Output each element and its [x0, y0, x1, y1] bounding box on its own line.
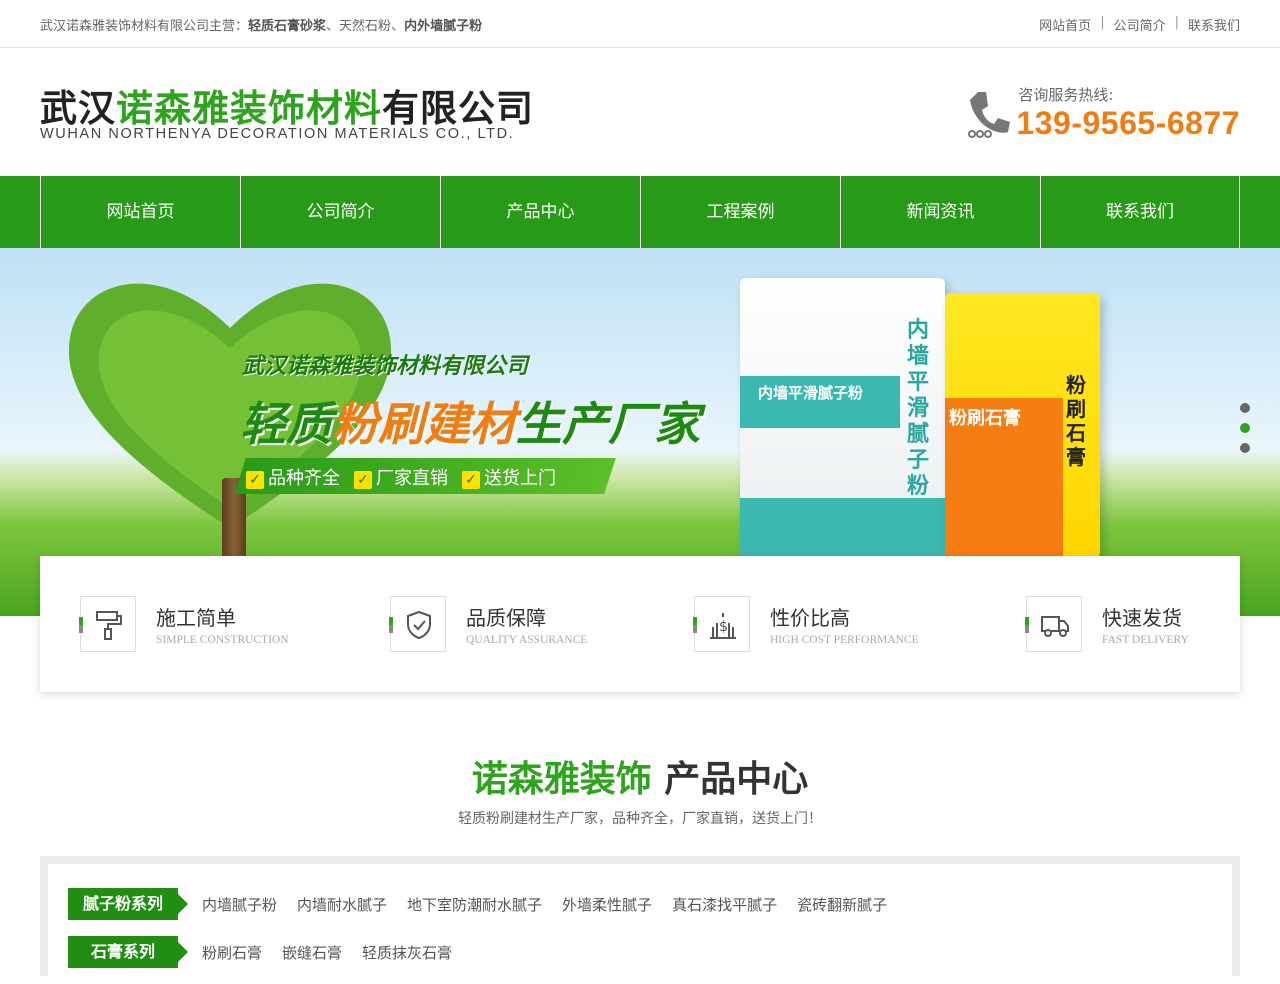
logo-text: 有限公司: [382, 87, 534, 130]
category-link[interactable]: 真石漆找平腻子: [672, 894, 777, 915]
intro-sep: 、: [391, 19, 405, 34]
feature-subtitle: FAST DELIVERY: [1102, 634, 1189, 646]
nav-item-cases[interactable]: 工程案例: [640, 176, 840, 248]
check-icon: ✓: [246, 471, 264, 489]
dollar-chart-icon: $: [693, 596, 750, 652]
check-icon: ✓: [354, 471, 372, 489]
feature-subtitle: HIGH COST PERFORMANCE: [770, 634, 919, 646]
products-title-green: 诺森雅装饰: [471, 759, 652, 800]
category-link[interactable]: 粉刷石膏: [202, 942, 262, 963]
nav-item-contact[interactable]: 联系我们: [1040, 176, 1240, 248]
nav-item-products[interactable]: 产品中心: [440, 176, 640, 248]
bag-bottom: [740, 498, 945, 558]
intro-item: 天然石粉: [339, 19, 392, 34]
categories-inner: 腻子粉系列 内墙腻子粉 内墙耐水腻子 地下室防潮耐水腻子 外墙柔性腻子 真石漆找…: [48, 864, 1232, 984]
category-link[interactable]: 地下室防潮耐水腻子: [407, 894, 542, 915]
paint-roller-icon: [79, 596, 136, 652]
feature-item: 品质保障 QUALITY ASSURANCE: [389, 556, 694, 692]
feature-title: 品质保障: [466, 606, 546, 630]
intro-item: 内外墙腻子粉: [404, 19, 483, 34]
nav-item-news[interactable]: 新闻资讯: [840, 176, 1040, 248]
bag-vertical-label: 内墙平滑腻子粉: [906, 318, 929, 499]
logo-english: WUHAN NORTHENYA DECORATION MATERIALS CO.…: [40, 126, 515, 142]
product-categories: 腻子粉系列 内墙腻子粉 内墙耐水腻子 地下室防潮耐水腻子 外墙柔性腻子 真石漆找…: [40, 856, 1240, 984]
slider-dot[interactable]: [1240, 443, 1250, 453]
category-link[interactable]: 内墙耐水腻子: [297, 894, 387, 915]
site-logo[interactable]: 武汉诺森雅装饰材料有限公司: [40, 78, 534, 132]
intro-item: 轻质石膏砂浆: [248, 19, 327, 34]
slider-dot-active[interactable]: [1240, 423, 1250, 433]
hotline: 咨询服务热线: 139-9565-6877: [966, 84, 1240, 142]
feature-title: 快速发货: [1102, 606, 1182, 630]
product-bag-putty: 内墙平滑腻子粉 内墙平滑腻子粉: [740, 278, 945, 558]
check-icon: ✓: [462, 471, 480, 489]
slogan-text: 生产厂家: [516, 397, 700, 451]
category-link[interactable]: 嵌缝石膏: [282, 942, 342, 963]
banner-company: 武汉诺森雅装饰材料有限公司: [242, 354, 529, 379]
nav-item-about[interactable]: 公司简介: [240, 176, 440, 248]
slogan-text-orange: 粉刷建材: [332, 397, 516, 451]
feature-title: 性价比高: [770, 606, 850, 630]
logo-text-green: 诺森雅装饰材料: [116, 87, 382, 130]
feature-subtitle: QUALITY ASSURANCE: [466, 634, 588, 646]
feature-subtitle: SIMPLE CONSTRUCTION: [156, 634, 289, 646]
phone-icon: [968, 92, 1011, 138]
divider: |: [1100, 15, 1105, 30]
feature-item: $ 性价比高 HIGH COST PERFORMANCE: [693, 556, 1026, 692]
banner-feature-label: 厂家直销: [376, 468, 448, 489]
feature-title: 施工简单: [156, 606, 236, 630]
category-row: 腻子粉系列 内墙腻子粉 内墙耐水腻子 地下室防潮耐水腻子 外墙柔性腻子 真石漆找…: [48, 880, 1232, 928]
feature-card: 施工简单 SIMPLE CONSTRUCTION 品质保障 QUALITY AS…: [40, 556, 1240, 692]
products-title-dark: 产品中心: [664, 759, 809, 800]
category-link[interactable]: 内墙腻子粉: [202, 894, 277, 915]
category-link[interactable]: 外墙柔性腻子: [562, 894, 652, 915]
main-nav: 网站首页 公司简介 产品中心 工程案例 新闻资讯 联系我们: [0, 176, 1280, 248]
top-link-home[interactable]: 网站首页: [1039, 15, 1091, 34]
banner-slogan: 轻质粉刷建材生产厂家: [240, 388, 700, 454]
divider: |: [1174, 15, 1179, 30]
banner-feature-label: 品种齐全: [268, 468, 340, 489]
banner-feature-label: 送货上门: [484, 468, 556, 489]
top-link-about[interactable]: 公司简介: [1114, 15, 1166, 34]
nav-item-home[interactable]: 网站首页: [40, 176, 240, 248]
site-header: 武汉诺森雅装饰材料有限公司 WUHAN NORTHENYA DECORATION…: [0, 48, 1280, 176]
hotline-label: 咨询服务热线:: [1018, 86, 1114, 104]
top-link-contact[interactable]: 联系我们: [1188, 15, 1240, 34]
product-bag-gypsum: 粉刷石膏 粉刷石膏: [945, 293, 1100, 558]
top-links: 网站首页 | 公司简介 | 联系我们: [1039, 15, 1240, 34]
bag-label: 粉刷石膏: [945, 398, 1063, 558]
business-intro: 武汉诺森雅装饰材料有限公司主营：轻质石膏砂浆、天然石粉、内外墙腻子粉: [40, 15, 482, 34]
truck-icon: [1025, 596, 1082, 652]
banner-features: ✓ 品种齐全 ✓ 厂家直销 ✓ 送货上门: [246, 464, 556, 490]
category-tag-gypsum[interactable]: 石膏系列: [68, 936, 188, 968]
banner-feature: ✓ 厂家直销: [354, 464, 448, 490]
slider-dots: [1240, 403, 1250, 453]
bag-vertical-label: 粉刷石膏: [1066, 373, 1086, 469]
category-tag-putty[interactable]: 腻子粉系列: [68, 888, 188, 920]
hotline-number[interactable]: 139-9565-6877: [1016, 105, 1240, 142]
svg-text:$: $: [719, 619, 728, 635]
slider-dot[interactable]: [1240, 403, 1250, 413]
shield-check-icon: [389, 596, 446, 652]
intro-sep: 、: [326, 19, 340, 34]
slogan-text: 轻质: [240, 397, 332, 451]
logo-text: 武汉: [40, 87, 116, 130]
products-title: 诺森雅装饰 产品中心: [0, 750, 1280, 802]
category-link[interactable]: 瓷砖翻新腻子: [797, 894, 887, 915]
banner-feature: ✓ 送货上门: [462, 464, 556, 490]
feature-item: 快速发货 FAST DELIVERY: [1025, 556, 1226, 692]
feature-item: 施工简单 SIMPLE CONSTRUCTION: [79, 556, 390, 692]
category-link[interactable]: 轻质抹灰石膏: [362, 942, 452, 963]
bag-label: 内墙平滑腻子粉: [740, 376, 900, 428]
intro-prefix: 武汉诺森雅装饰材料有限公司主营：: [40, 19, 249, 34]
category-row: 石膏系列 粉刷石膏 嵌缝石膏 轻质抹灰石膏: [48, 928, 1232, 976]
banner-feature: ✓ 品种齐全: [246, 464, 340, 490]
top-bar: 武汉诺森雅装饰材料有限公司主营：轻质石膏砂浆、天然石粉、内外墙腻子粉 网站首页 …: [0, 0, 1280, 48]
products-subtitle: 轻质粉刷建材生产厂家，品种齐全，厂家直销，送货上门！: [458, 811, 822, 827]
